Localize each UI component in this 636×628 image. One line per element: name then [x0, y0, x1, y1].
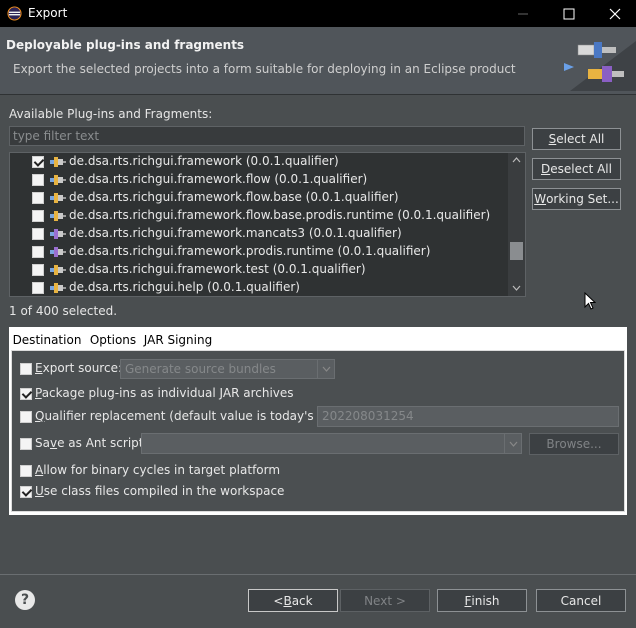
footer-separator [0, 574, 636, 575]
chevron-down-icon [322, 366, 330, 372]
help-icon[interactable]: ? [15, 590, 35, 610]
class-files-checkbox[interactable] [20, 486, 32, 498]
list-item-checkbox[interactable] [32, 156, 44, 168]
maximize-button[interactable] [546, 0, 592, 27]
plugin-icon [50, 211, 66, 221]
list-item-label: de.dsa.rts.richgui.framework.test (0.0.1… [69, 262, 366, 276]
list-item-checkbox[interactable] [32, 192, 44, 204]
options-panel: Export source: Generate source bundles P… [11, 350, 625, 512]
list-item-label: de.dsa.rts.richgui.framework.prodis.runt… [69, 244, 431, 258]
list-item[interactable]: de.dsa.rts.richgui.framework.flow.base.p… [10, 207, 510, 225]
list-item[interactable]: de.dsa.rts.richgui.framework.mancats3 (0… [10, 225, 510, 243]
list-item-label: de.dsa.rts.richgui.framework.flow.base.p… [69, 208, 491, 222]
window-title: Export [28, 6, 68, 20]
qualifier-replacement-label[interactable]: Qualifier replacement (default value is … [35, 409, 353, 423]
vertical-scrollbar[interactable] [508, 153, 525, 296]
selection-status: 1 of 400 selected. [9, 304, 118, 318]
package-jars-checkbox[interactable] [20, 388, 32, 400]
maximize-icon [563, 8, 575, 19]
binary-cycles-checkbox[interactable] [20, 465, 32, 477]
close-icon [609, 8, 621, 19]
wizard-header: Deployable plug-ins and fragments Export… [0, 27, 636, 95]
fragment-icon [50, 229, 66, 239]
package-jars-label[interactable]: Package plug-ins as individual JAR archi… [35, 386, 294, 400]
scroll-up-icon[interactable] [512, 157, 521, 163]
list-item[interactable]: de.dsa.rts.richgui.framework (0.0.1.qual… [10, 153, 510, 171]
qualifier-replacement-checkbox[interactable] [20, 411, 32, 423]
list-item[interactable]: de.dsa.rts.richgui.help (0.0.1.qualifier… [10, 279, 510, 296]
close-button[interactable] [592, 0, 636, 27]
list-item-checkbox[interactable] [32, 246, 44, 258]
filter-input[interactable] [9, 126, 525, 146]
next-button[interactable]: Next > [340, 589, 430, 612]
list-item-checkbox[interactable] [32, 264, 44, 276]
page-title: Deployable plug-ins and fragments [6, 38, 245, 52]
plugin-icon [50, 283, 66, 293]
working-set-button[interactable]: Working Set... [532, 188, 621, 210]
select-all-button[interactable]: Select All [532, 128, 621, 150]
minimize-icon [518, 13, 528, 14]
tab-jar-signing[interactable]: JAR Signing [143, 329, 213, 350]
list-item-checkbox[interactable] [32, 228, 44, 240]
ant-script-checkbox[interactable] [20, 438, 32, 450]
qualifier-field[interactable]: 202208031254 [317, 406, 619, 427]
list-item[interactable]: de.dsa.rts.richgui.framework.test (0.0.1… [10, 261, 510, 279]
eclipse-icon [7, 6, 22, 21]
ant-script-combo[interactable] [141, 433, 522, 454]
list-item[interactable]: de.dsa.rts.richgui.framework.prodis.runt… [10, 243, 510, 261]
chevron-down-icon [509, 441, 517, 447]
tab-destination[interactable]: Destination [11, 329, 83, 350]
ant-script-label[interactable]: Save as Ant script: [35, 436, 148, 450]
scrollbar-thumb[interactable] [510, 242, 523, 260]
page-description: Export the selected projects into a form… [13, 62, 516, 76]
source-bundle-combo[interactable]: Generate source bundles [120, 359, 335, 379]
list-item-label: de.dsa.rts.richgui.help (0.0.1.qualifier… [69, 280, 300, 294]
cancel-button[interactable]: Cancel [536, 589, 626, 612]
fragment-icon [50, 247, 66, 257]
finish-button[interactable]: Finish [437, 589, 527, 612]
title-bar: Export [0, 0, 636, 27]
list-item-label: de.dsa.rts.richgui.framework.flow.base (… [69, 190, 399, 204]
tab-options[interactable]: Options [85, 329, 141, 350]
mouse-cursor-icon [584, 292, 596, 310]
scroll-down-icon[interactable] [512, 285, 521, 291]
list-item-checkbox[interactable] [32, 282, 44, 294]
binary-cycles-label[interactable]: Allow for binary cycles in target platfo… [35, 463, 280, 477]
available-plugins-label: Available Plug-ins and Fragments: [9, 107, 213, 121]
browse-button[interactable]: Browse... [529, 433, 619, 455]
list-item-checkbox[interactable] [32, 210, 44, 222]
plugin-icon [50, 193, 66, 203]
plugin-list[interactable]: de.dsa.rts.richgui.framework (0.0.1.qual… [9, 152, 526, 297]
list-item[interactable]: de.dsa.rts.richgui.framework.flow.base (… [10, 189, 510, 207]
list-item-label: de.dsa.rts.richgui.framework.flow (0.0.1… [69, 172, 368, 186]
deselect-all-button[interactable]: Deselect All [532, 158, 621, 180]
export-source-checkbox[interactable] [20, 363, 32, 375]
plugin-icon [50, 175, 66, 185]
minimize-button[interactable] [500, 0, 546, 27]
list-item[interactable]: de.dsa.rts.richgui.framework.flow (0.0.1… [10, 171, 510, 189]
list-item-checkbox[interactable] [32, 174, 44, 186]
list-item-label: de.dsa.rts.richgui.framework (0.0.1.qual… [69, 154, 339, 168]
class-files-label[interactable]: Use class files compiled in the workspac… [35, 484, 284, 498]
list-item-label: de.dsa.rts.richgui.framework.mancats3 (0… [69, 226, 402, 240]
plugin-icon [50, 157, 66, 167]
export-plugin-banner-icon [564, 41, 636, 91]
export-source-label[interactable]: Export source: [35, 361, 122, 375]
back-button[interactable]: < Back [248, 589, 338, 612]
plugin-icon [50, 265, 66, 275]
